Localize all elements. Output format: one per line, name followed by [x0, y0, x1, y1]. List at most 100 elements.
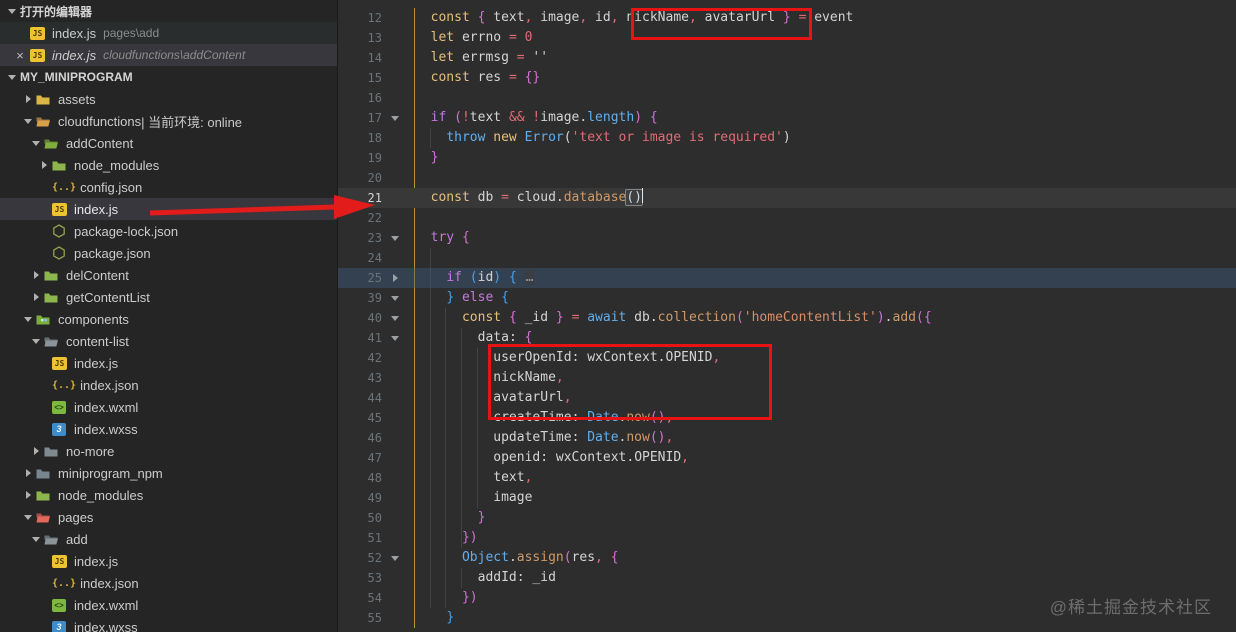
fold-slot — [382, 388, 408, 408]
chevron-down-icon[interactable] — [28, 338, 44, 344]
folder-open-icon — [36, 511, 54, 524]
code-line-19[interactable]: 19 } — [338, 148, 1236, 168]
open-editor-item[interactable]: × JS index.js cloudfunctions\addContent — [0, 44, 337, 66]
code-line-15[interactable]: 15 const res = {} — [338, 68, 1236, 88]
code-line-42[interactable]: 42 userOpenId: wxContext.OPENID, — [338, 348, 1236, 368]
sidebar-item-node_modules[interactable]: node_modules — [0, 154, 337, 176]
chevron-down-icon[interactable] — [20, 514, 36, 520]
chevron-right-icon[interactable] — [20, 491, 36, 499]
code-line-43[interactable]: 43 nickName, — [338, 368, 1236, 388]
source-text: if (!text && !image.length) { — [430, 110, 658, 125]
sidebar-item-cloudfunctions[interactable]: cloudfunctions | 当前环境: online — [0, 110, 337, 132]
fold-collapse-icon[interactable] — [382, 108, 408, 128]
open-editor-item[interactable]: JS index.js pages\add — [0, 22, 337, 44]
fold-collapse-icon[interactable] — [382, 328, 408, 348]
close-icon[interactable]: × — [10, 48, 30, 63]
chevron-down-icon[interactable] — [4, 74, 20, 80]
sidebar-item-indexjs[interactable]: JS index.js — [0, 198, 337, 220]
code-line-14[interactable]: 14 let errmsg = '' — [338, 48, 1236, 68]
code-line-39[interactable]: 39 } else { — [338, 288, 1236, 308]
code-line-47[interactable]: 47 openid: wxContext.OPENID, — [338, 448, 1236, 468]
sidebar-item-indexjson[interactable]: {..} index.json — [0, 572, 337, 594]
chevron-down-icon[interactable] — [28, 536, 44, 542]
tree-item-label: addContent — [66, 135, 134, 151]
code-line-12[interactable]: 12 const { text, image, id, nickName, av… — [338, 8, 1236, 28]
sidebar-item-getcontentlist[interactable]: getContentList — [0, 286, 337, 308]
fold-slot — [382, 208, 408, 228]
code-line-25[interactable]: 25 if (id) { … — [338, 268, 1236, 288]
code-line-46[interactable]: 46 updateTime: Date.now(), — [338, 428, 1236, 448]
code-line-51[interactable]: 51 }) — [338, 528, 1236, 548]
chevron-right-icon[interactable] — [28, 271, 44, 279]
fold-slot — [382, 48, 408, 68]
code-line-48[interactable]: 48 text, — [338, 468, 1236, 488]
code-line-17[interactable]: 17 if (!text && !image.length) { — [338, 108, 1236, 128]
sidebar-item-add[interactable]: add — [0, 528, 337, 550]
sidebar-item-package-lockjson[interactable]: package-lock.json — [0, 220, 337, 242]
project-root-header[interactable]: MY_MINIPROGRAM — [0, 66, 337, 88]
sidebar-item-assets[interactable]: assets — [0, 88, 337, 110]
source-text: data: { — [477, 330, 533, 345]
chevron-right-icon[interactable] — [28, 447, 44, 455]
folder-open-icon — [44, 137, 62, 150]
sidebar-item-no-more[interactable]: no-more — [0, 440, 337, 462]
fold-collapse-icon[interactable] — [382, 548, 408, 568]
code-line-45[interactable]: 45 createTime: Date.now(), — [338, 408, 1236, 428]
fold-collapse-icon[interactable] — [382, 288, 408, 308]
line-number: 19 — [367, 151, 382, 165]
fold-collapse-icon[interactable] — [382, 308, 408, 328]
sidebar-item-indexwxml[interactable]: <> index.wxml — [0, 594, 337, 616]
sidebar-item-addcontent[interactable]: addContent — [0, 132, 337, 154]
open-editors-header[interactable]: 打开的编辑器 — [0, 0, 337, 22]
sidebar-item-configjson[interactable]: {..} config.json — [0, 176, 337, 198]
folder-icon — [44, 291, 62, 304]
chevron-down-icon[interactable] — [4, 8, 20, 14]
code-line-20[interactable]: 20 — [338, 168, 1236, 188]
code-line-24[interactable]: 24 — [338, 248, 1236, 268]
sidebar-item-node_modules[interactable]: node_modules — [0, 484, 337, 506]
sidebar-item-miniprogram_npm[interactable]: miniprogram_npm — [0, 462, 337, 484]
chevron-right-icon[interactable] — [20, 469, 36, 477]
source-text — [408, 168, 415, 188]
fold-slot — [382, 488, 408, 508]
chevron-down-icon[interactable] — [28, 140, 44, 146]
code-line-21[interactable]: 21 const db = cloud.database() — [338, 188, 1236, 208]
code-line-13[interactable]: 13 let errno = 0 — [338, 28, 1236, 48]
code-line-23[interactable]: 23 try { — [338, 228, 1236, 248]
sidebar-item-indexwxss[interactable]: 3 index.wxss — [0, 418, 337, 440]
code-line-40[interactable]: 40 const { _id } = await db.collection('… — [338, 308, 1236, 328]
tree-item-label: config.json — [80, 179, 143, 195]
sidebar-item-delcontent[interactable]: delContent — [0, 264, 337, 286]
code-line-18[interactable]: 18 throw new Error('text or image is req… — [338, 128, 1236, 148]
json-file-icon: {..} — [52, 379, 77, 391]
line-number: 23 — [367, 231, 382, 245]
code-line-41[interactable]: 41 data: { — [338, 328, 1236, 348]
code-line-22[interactable]: 22 — [338, 208, 1236, 228]
chevron-down-icon[interactable] — [20, 316, 36, 322]
sidebar-item-content-list[interactable]: content-list — [0, 330, 337, 352]
chevron-right-icon[interactable] — [20, 95, 36, 103]
folder-icon — [44, 445, 62, 458]
code-line-44[interactable]: 44 avatarUrl, — [338, 388, 1236, 408]
sidebar-item-indexjs[interactable]: JS index.js — [0, 352, 337, 374]
chevron-down-icon[interactable] — [20, 118, 36, 124]
chevron-right-icon[interactable] — [28, 293, 44, 301]
sidebar-item-pages[interactable]: pages — [0, 506, 337, 528]
code-line-16[interactable]: 16 — [338, 88, 1236, 108]
chevron-right-icon[interactable] — [36, 161, 52, 169]
code-line-49[interactable]: 49 image — [338, 488, 1236, 508]
fold-expand-icon[interactable] — [382, 268, 408, 288]
fold-slot — [382, 468, 408, 488]
sidebar-item-packagejson[interactable]: package.json — [0, 242, 337, 264]
code-line-53[interactable]: 53 addId: _id — [338, 568, 1236, 588]
sidebar-item-indexwxss[interactable]: 3 index.wxss — [0, 616, 337, 632]
sidebar-item-components[interactable]: components — [0, 308, 337, 330]
sidebar-item-indexjs[interactable]: JS index.js — [0, 550, 337, 572]
code-lines[interactable]: 12 const { text, image, id, nickName, av… — [338, 8, 1236, 628]
sidebar-item-indexjson[interactable]: {..} index.json — [0, 374, 337, 396]
code-editor[interactable]: 12 const { text, image, id, nickName, av… — [338, 0, 1236, 632]
code-line-52[interactable]: 52 Object.assign(res, { — [338, 548, 1236, 568]
code-line-50[interactable]: 50 } — [338, 508, 1236, 528]
sidebar-item-indexwxml[interactable]: <> index.wxml — [0, 396, 337, 418]
fold-collapse-icon[interactable] — [382, 228, 408, 248]
